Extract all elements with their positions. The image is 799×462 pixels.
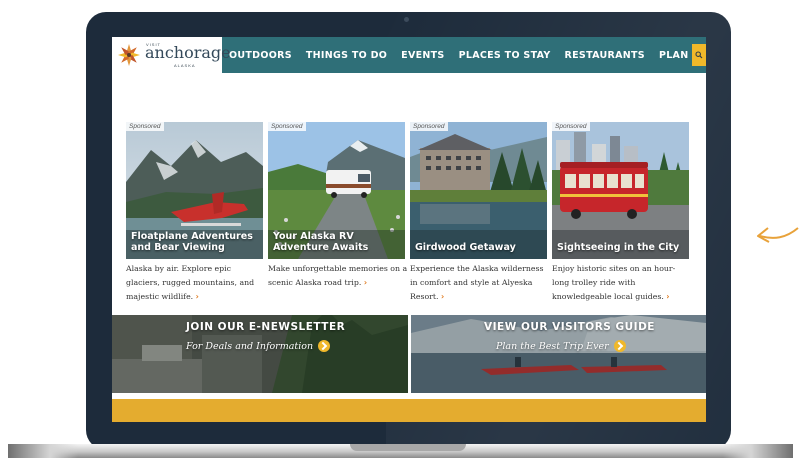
nav-item-places-to-stay[interactable]: PLACES TO STAY — [459, 50, 551, 61]
sponsored-badge: Sponsored — [410, 122, 449, 131]
arrow-circle-icon[interactable] — [318, 340, 331, 352]
girdwood-photo — [410, 122, 547, 259]
card-description-text: Experience the Alaska wilderness in comf… — [410, 264, 544, 301]
card-description-text: Make unforgettable memories on a scenic … — [268, 264, 408, 287]
card-description: Make unforgettable memories on a scenic … — [268, 262, 408, 290]
nav-item-outdoors[interactable]: OUTDOORS — [229, 50, 292, 61]
side-arrow-icon — [757, 227, 799, 243]
newsletter-banner[interactable]: JOIN OUR E-NEWSLETTER For Deals and Info… — [112, 315, 408, 393]
card-description: Enjoy historic sites on an hour-long tro… — [552, 262, 692, 304]
website-screen: VISIT anchorage ALASKA OUTDOORS THINGS T… — [112, 37, 706, 422]
trolley-photo — [552, 122, 689, 259]
sponsored-badge: Sponsored — [268, 122, 307, 131]
newsletter-subtitle-text: For Deals and Information — [186, 340, 314, 352]
newsletter-subtitle: For Deals and Information — [186, 340, 331, 352]
chevron-right-icon[interactable]: › — [441, 292, 444, 301]
card-description-text: Alaska by air. Explore epic glaciers, ru… — [126, 264, 255, 301]
chevron-right-icon[interactable]: › — [364, 278, 367, 287]
card-image-trolley[interactable]: Sponsored Sightseeing in the City — [552, 122, 689, 259]
promo-card-girdwood[interactable]: Sponsored Girdwood Getaway Experience th… — [410, 122, 547, 304]
visitors-guide-title: VIEW OUR VISITORS GUIDE — [484, 321, 655, 333]
card-title: Girdwood Getaway — [415, 242, 516, 253]
search-button[interactable] — [692, 44, 706, 66]
arrow-circle-icon[interactable] — [613, 340, 626, 352]
chevron-right-icon[interactable]: › — [196, 292, 199, 301]
laptop-camera — [404, 17, 409, 22]
search-icon — [695, 51, 703, 59]
card-title: Your Alaska RV Adventure Awaits — [273, 231, 369, 253]
nav-item-restaurants[interactable]: RESTAURANTS — [565, 50, 645, 61]
site-logo[interactable]: VISIT anchorage ALASKA — [112, 37, 231, 73]
card-description: Alaska by air. Explore epic glaciers, ru… — [126, 262, 266, 304]
card-description: Experience the Alaska wilderness in comf… — [410, 262, 550, 304]
card-image-girdwood[interactable]: Sponsored Girdwood Getaway — [410, 122, 547, 259]
visitors-guide-banner[interactable]: VIEW OUR VISITORS GUIDE Plan the Best Tr… — [411, 315, 706, 393]
laptop-base-left-shade — [8, 444, 78, 458]
sponsored-badge: Sponsored — [126, 122, 165, 131]
visitors-guide-subtitle: Plan the Best Trip Ever — [496, 340, 626, 352]
nav-links: OUTDOORS THINGS TO DO EVENTS PLACES TO S… — [229, 37, 706, 73]
laptop-base-right-shade — [723, 444, 793, 458]
visitors-guide-subtitle-text: Plan the Best Trip Ever — [496, 340, 609, 352]
newsletter-title: JOIN OUR E-NEWSLETTER — [186, 321, 346, 333]
promo-card-trolley[interactable]: Sponsored Sightseeing in the City Enjoy … — [552, 122, 689, 304]
sponsored-badge: Sponsored — [552, 122, 591, 131]
card-image-floatplane[interactable]: Sponsored Floatplane Adventures and Bear… — [126, 122, 263, 259]
card-description-text: Enjoy historic sites on an hour-long tro… — [552, 264, 676, 301]
card-title: Floatplane Adventures and Bear Viewing — [131, 231, 253, 253]
logo-star-icon — [118, 44, 140, 66]
chevron-right-icon[interactable]: › — [666, 292, 669, 301]
nav-item-events[interactable]: EVENTS — [401, 50, 444, 61]
promo-card-floatplane[interactable]: Sponsored Floatplane Adventures and Bear… — [126, 122, 263, 304]
footer-gold-bar — [112, 399, 706, 422]
promo-card-rv[interactable]: Sponsored Your Alaska RV Adventure Await… — [268, 122, 408, 290]
card-title: Sightseeing in the City — [557, 242, 680, 253]
logo-region-text: ALASKA — [174, 63, 196, 68]
main-nav: VISIT anchorage ALASKA OUTDOORS THINGS T… — [112, 37, 706, 73]
logo-wordmark: anchorage — [145, 43, 231, 62]
card-image-rv[interactable]: Sponsored Your Alaska RV Adventure Await… — [268, 122, 405, 259]
nav-item-things-to-do[interactable]: THINGS TO DO — [306, 50, 387, 61]
laptop-notch — [350, 444, 466, 451]
